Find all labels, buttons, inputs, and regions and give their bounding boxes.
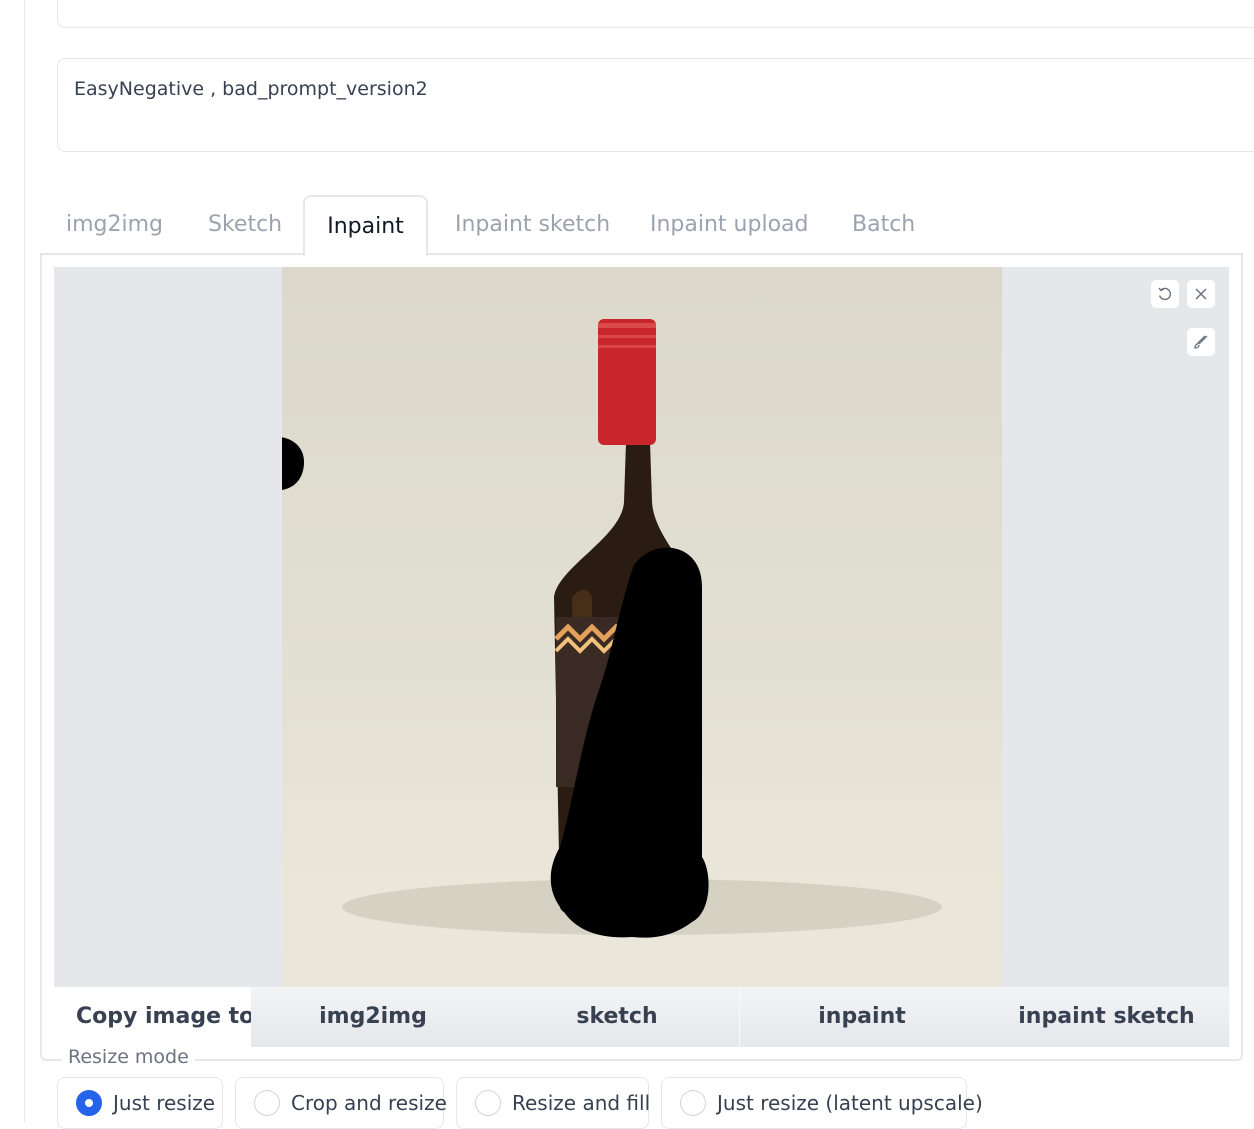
tab-inpaint-sketch[interactable]: Inpaint sketch <box>455 195 610 255</box>
copy-to-inpaint-sketch-button[interactable]: inpaint sketch <box>984 987 1230 1047</box>
resize-option-crop-and-resize[interactable]: Crop and resize <box>235 1077 447 1129</box>
left-divider <box>24 0 25 1122</box>
copy-to-img2img-button[interactable]: img2img <box>251 987 496 1047</box>
radio-checked-icon <box>76 1090 102 1116</box>
resize-option-resize-and-fill[interactable]: Resize and fill <box>456 1077 651 1129</box>
tab-inpaint[interactable]: Inpaint <box>303 195 428 256</box>
radio-unchecked-icon <box>254 1090 280 1116</box>
copy-image-label: Copy image to: <box>76 1004 264 1029</box>
tab-inpaint-upload[interactable]: Inpaint upload <box>650 195 808 255</box>
radio-label: Crop and resize <box>291 1091 447 1115</box>
radio-unchecked-icon <box>680 1090 706 1116</box>
undo-icon[interactable] <box>1150 279 1180 309</box>
tab-batch[interactable]: Batch <box>852 195 915 255</box>
resize-option-just-resize[interactable]: Just resize <box>57 1077 223 1129</box>
copy-to-sketch-button[interactable]: sketch <box>495 987 740 1047</box>
radio-label: Just resize (latent upscale) <box>717 1091 983 1115</box>
inpaint-canvas[interactable] <box>54 267 1229 987</box>
source-image <box>282 267 1002 987</box>
resize-mode-label: Resize mode <box>62 1046 195 1068</box>
copy-image-row: Copy image to: img2img sketch inpaint in… <box>54 987 1230 1047</box>
close-icon[interactable] <box>1186 279 1216 309</box>
copy-to-inpaint-button[interactable]: inpaint <box>740 987 985 1047</box>
tab-img2img[interactable]: img2img <box>66 195 163 255</box>
prompt-textbox[interactable] <box>57 0 1254 28</box>
negative-prompt-textbox[interactable]: EasyNegative , bad_prompt_version2 <box>57 58 1254 152</box>
resize-option-latent-upscale[interactable]: Just resize (latent upscale) <box>661 1077 983 1129</box>
tab-sketch[interactable]: Sketch <box>208 195 282 255</box>
radio-label: Resize and fill <box>512 1091 651 1115</box>
radio-label: Just resize <box>113 1091 216 1115</box>
brush-icon[interactable] <box>1186 327 1216 357</box>
radio-unchecked-icon <box>475 1090 501 1116</box>
